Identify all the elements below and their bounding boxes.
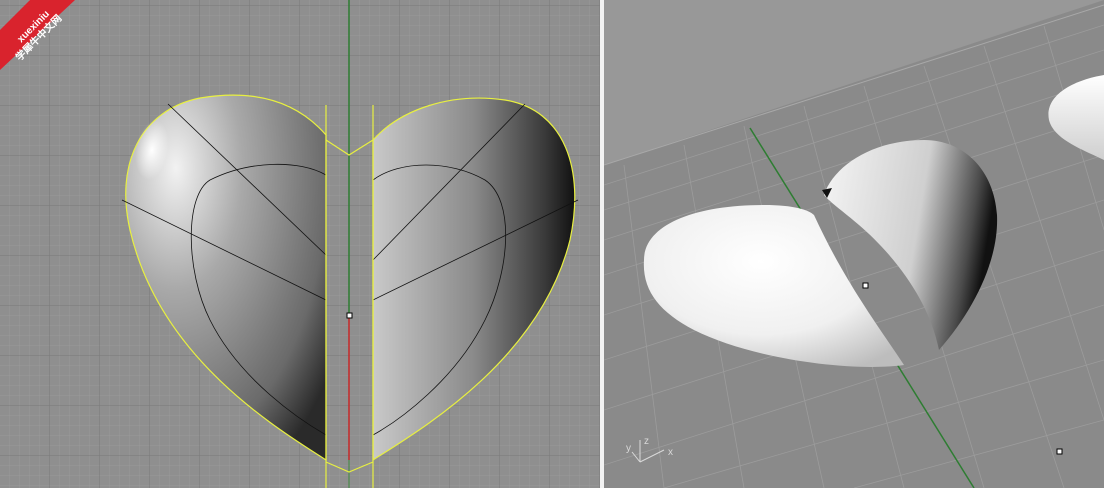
- origin-point[interactable]: [346, 312, 353, 319]
- axis-label-y: y: [626, 443, 631, 454]
- perspective-viewport-canvas[interactable]: y z x: [604, 0, 1104, 488]
- axis-label-z: z: [644, 436, 649, 447]
- point-object[interactable]: [1056, 448, 1063, 455]
- top-viewport-canvas[interactable]: xuexiniu 学犀牛中文网: [0, 0, 600, 488]
- origin-point[interactable]: [862, 282, 869, 289]
- perspective-viewport[interactable]: y z x: [604, 0, 1104, 488]
- axis-label-x: x: [668, 447, 673, 458]
- top-viewport[interactable]: xuexiniu 学犀牛中文网: [0, 0, 600, 488]
